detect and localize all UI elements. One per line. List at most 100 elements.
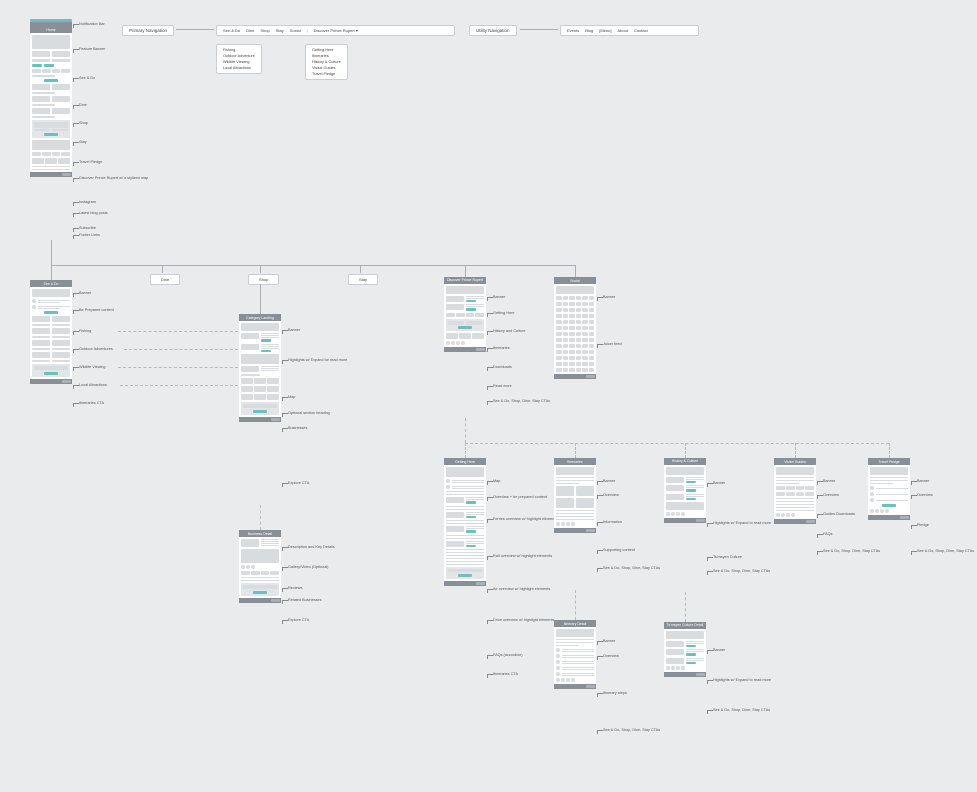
dropdown-item[interactable]: Outdoor Adventure: [223, 54, 255, 58]
nav-item[interactable]: Shop: [260, 28, 269, 33]
utility-nav-label: Utility Navigation: [469, 25, 517, 36]
dropdown-item[interactable]: Fishing: [223, 48, 255, 52]
annot: Optional section heading: [288, 411, 330, 416]
card-footer: [30, 172, 72, 177]
dropdown-item[interactable]: Wildlife Viewing: [223, 60, 255, 64]
dropdown-item[interactable]: Itineraries: [312, 54, 341, 58]
annot: See & Do, Shop, Dine, Stay CTAs: [603, 566, 660, 571]
annot: Fishing: [79, 329, 91, 333]
nav-item[interactable]: Events: [567, 28, 579, 33]
annot: Feature Banner: [79, 47, 105, 51]
separator: |: [307, 28, 308, 33]
annot: Wildlife Viewing: [79, 365, 106, 369]
card-title: History & Culture: [664, 458, 706, 465]
annot: Information: [603, 520, 622, 524]
annot: Rail overview w/ highlight elements: [493, 554, 552, 559]
card-title: See & Do: [30, 280, 72, 287]
dropdown-item[interactable]: Local Attractions: [223, 66, 255, 70]
nav-item[interactable]: About: [617, 28, 627, 33]
nav-item[interactable]: Social: [290, 28, 301, 33]
annot: Banner: [603, 295, 615, 299]
annot: See & Do: [79, 76, 95, 80]
card-itinerarydetail: Itinerary Detail: [554, 620, 596, 689]
annot: History and Culture: [493, 329, 526, 333]
annot: Banner: [493, 295, 505, 299]
nav-item[interactable]: Dine: [246, 28, 254, 33]
card-gettinghere: Getting Here: [444, 458, 486, 586]
annot: Subscribe: [79, 226, 96, 230]
annot: Pledge: [917, 523, 929, 527]
card-discover: Discover Prince Rupert: [444, 277, 486, 352]
card-title: Itineraries: [554, 458, 596, 465]
dropdown-item[interactable]: Travel Pledge: [312, 72, 341, 76]
card-history: History & Culture: [664, 458, 706, 523]
annot: Juicer feed: [603, 342, 622, 346]
connector: [520, 29, 558, 30]
annot: Local Attractions: [79, 383, 107, 387]
annot: See & Do, Shop, Dine, Stay CTAs: [493, 399, 550, 404]
annot: Be Prepared content: [79, 308, 114, 312]
annot: See & Do, Shop, Dine, Stay CTAs: [713, 708, 770, 713]
annot: Read more: [493, 384, 512, 388]
annot: Highlights w/ Expand to read more: [713, 678, 771, 683]
annot: Air overview w/ highlight elements: [493, 587, 550, 592]
card-title: Discover Prince Rupert: [444, 277, 486, 284]
annot: Banner: [288, 328, 300, 332]
card-guides: Visitor Guides: [774, 458, 816, 524]
card-category: Category Landing: [239, 314, 281, 422]
annot: Latest blog posts: [79, 211, 108, 215]
annot: Gallery/Video (Optional): [288, 565, 328, 570]
annot: See & Do, Shop, Dine, Stay CTAs: [713, 569, 770, 574]
annot: Itineraries CTA: [493, 672, 518, 676]
annot: See & Do, Shop, Dine, Stay CTAs: [917, 549, 974, 554]
nav-item[interactable]: See & Do: [223, 28, 240, 33]
annot: Supporting content: [603, 548, 635, 552]
annot: Overview + be prepared content: [493, 495, 547, 500]
card-title: Travel Pledge: [868, 458, 910, 465]
nav-item[interactable]: Stay: [276, 28, 284, 33]
card-itineraries: Itineraries: [554, 458, 596, 533]
annot: Description and Key Details: [288, 545, 335, 550]
dropdown-item[interactable]: Getting Here: [312, 48, 341, 52]
card-home: Home: [30, 19, 72, 177]
dropdown-item[interactable]: History & Culture: [312, 60, 341, 64]
card-business: Business Detail: [239, 530, 281, 603]
annot: Reviews: [288, 586, 302, 590]
annot: Guides Downloads: [823, 512, 855, 516]
annot: Banner: [917, 479, 929, 483]
annot: Discover Prince Rupert w/ a stylized map: [79, 176, 148, 181]
annot: Overview: [603, 493, 619, 497]
nav-item[interactable]: Blog: [585, 28, 593, 33]
annot: Itineraries: [493, 346, 510, 350]
annot: Itinerary steps: [603, 691, 627, 695]
annot: Drive overview w/ highlight elements: [493, 618, 554, 623]
annot: Banner: [603, 479, 615, 483]
annot: Highlights w/ Expand for read more: [288, 358, 347, 363]
card-pledge: Travel Pledge: [868, 458, 910, 520]
annot: Notification Bar: [79, 22, 105, 26]
annot: Banner: [79, 291, 91, 295]
annot: Businesses: [288, 426, 307, 430]
card-title: Social: [554, 277, 596, 284]
annot: Overview: [603, 654, 619, 658]
nav-item[interactable]: Contact: [634, 28, 648, 33]
nav-item-dropdown[interactable]: Discover Prince Rupert ▾: [314, 28, 358, 33]
card-title: Business Detail: [239, 530, 281, 537]
dropdown-item[interactable]: Visitor Guides: [312, 66, 341, 70]
annot: Downloads: [493, 365, 512, 369]
annot: Overview: [917, 493, 933, 497]
annot: Ts'msyen Culture: [713, 555, 742, 559]
annot: Banner: [603, 639, 615, 643]
annot: Travel Pledge: [79, 160, 102, 164]
card-tsmsyen: Ts'msyen Culture Detail: [664, 622, 706, 677]
sitemap-diagram: Primary Navigation See & Do Dine Shop St…: [0, 0, 977, 792]
card-title: Itinerary Detail: [554, 620, 596, 627]
annot: FAQs (accordion): [493, 653, 523, 657]
nav-item[interactable]: [Menu]: [599, 28, 611, 33]
annot: Itineraries CTA: [79, 401, 104, 405]
annot: FAQs: [823, 532, 833, 536]
cat-stay: Stay: [348, 274, 378, 285]
annot: Stay: [79, 140, 87, 144]
dropdown-discover: Getting Here Itineraries History & Cultu…: [305, 44, 348, 80]
annot: Footer Links: [79, 233, 100, 237]
